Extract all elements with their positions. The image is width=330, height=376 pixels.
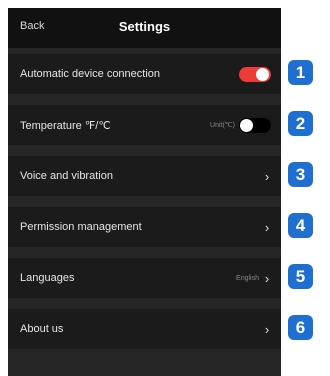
setting-label: Voice and vibration [20,170,113,182]
language-value: English [236,274,259,282]
callout-badge: 1 [288,60,313,85]
auto-connection-toggle[interactable] [239,66,271,82]
chevron-right-icon: › [264,270,270,286]
setting-row-about-us[interactable]: About us › [8,309,281,349]
callout-badge: 2 [288,111,313,136]
chevron-right-icon: › [264,219,270,235]
settings-screen: Back Settings Automatic device connectio… [8,8,281,376]
chevron-right-icon: › [264,168,270,184]
temperature-unit-value: Unit(℃) [210,122,235,129]
setting-label: Permission management [20,221,142,233]
chevron-right-icon: › [264,321,270,337]
callout-badge: 6 [288,315,313,340]
setting-row-temperature[interactable]: Temperature ℉/℃ Unit(℃) [8,105,281,145]
setting-row-voice-vibration[interactable]: Voice and vibration › [8,156,281,196]
toggle-knob [256,67,269,81]
header-bar: Back Settings [8,8,281,48]
setting-label: Languages [20,272,75,284]
setting-label: Temperature ℉/℃ [20,119,111,132]
callout-badge: 5 [288,264,313,289]
setting-row-auto-connection[interactable]: Automatic device connection [8,54,281,94]
page-title: Settings [118,19,171,34]
callout-badges: 1 2 3 4 5 6 [288,60,313,366]
callout-badge: 4 [288,213,313,238]
setting-row-languages[interactable]: Languages English › [8,258,281,298]
temperature-toggle[interactable] [239,117,271,133]
settings-list: Automatic device connection Temperature … [8,54,281,360]
callout-badge: 3 [288,162,313,187]
setting-label: About us [20,323,64,335]
toggle-knob [240,118,253,132]
setting-row-permission[interactable]: Permission management › [8,207,281,247]
setting-label: Automatic device connection [20,68,161,80]
